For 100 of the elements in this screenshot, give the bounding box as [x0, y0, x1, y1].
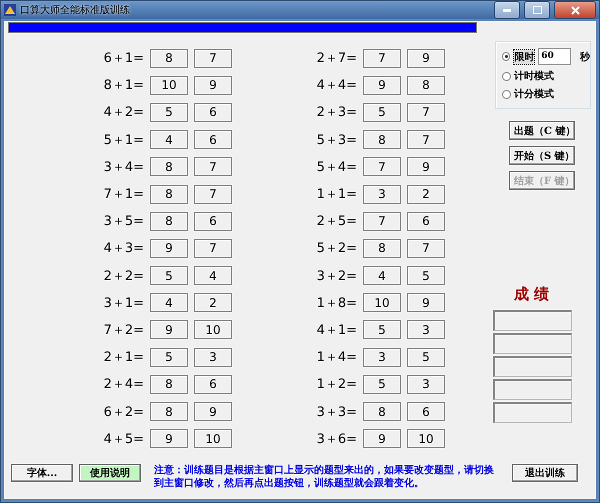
answer-option[interactable]: 5 — [363, 320, 401, 340]
answer-option[interactable]: 3 — [363, 184, 401, 204]
footer-button[interactable]: 字体... — [11, 464, 73, 482]
answer-option[interactable]: 9 — [363, 429, 401, 448]
answer-option[interactable]: 5 — [150, 348, 188, 367]
answer-option[interactable]: 5 — [407, 348, 445, 367]
answer-option[interactable]: 7 — [407, 130, 445, 150]
radio-button[interactable] — [502, 72, 511, 80]
answer-option[interactable]: 6 — [194, 130, 232, 150]
answer-option[interactable]: 6 — [194, 212, 232, 231]
equation: 3＋4= — [102, 158, 144, 176]
close-icon — [570, 6, 580, 14]
answer-option[interactable]: 7 — [194, 48, 232, 68]
answer-option[interactable]: 5 — [150, 266, 188, 286]
answer-option[interactable]: 3 — [194, 348, 232, 367]
equation: 6＋2= — [102, 404, 144, 421]
answer-option[interactable]: 7 — [363, 212, 401, 231]
answer-option[interactable]: 3 — [407, 374, 445, 394]
answer-option[interactable]: 8 — [150, 157, 188, 176]
equation: 4＋3= — [102, 240, 144, 258]
action-button[interactable]: 出题（C 键） — [509, 121, 575, 140]
equation: 5＋2= — [316, 240, 357, 258]
answer-option[interactable]: 8 — [150, 402, 188, 422]
answer-option[interactable]: 8 — [150, 184, 188, 204]
answer-option[interactable]: 7 — [194, 184, 232, 204]
answer-option[interactable]: 8 — [150, 374, 188, 394]
answer-option[interactable]: 2 — [407, 184, 445, 204]
answer-option[interactable]: 9 — [150, 320, 188, 340]
equation: 2＋4= — [102, 376, 144, 394]
answer-option[interactable]: 6 — [194, 102, 232, 122]
footer-button[interactable]: 使用说明 — [79, 464, 141, 482]
equation: 4＋4= — [316, 77, 357, 94]
minimize-icon — [503, 8, 511, 12]
answer-option[interactable]: 6 — [407, 212, 445, 231]
answer-option[interactable]: 8 — [407, 76, 445, 95]
equation: 2＋7= — [316, 50, 357, 68]
answer-option[interactable]: 5 — [363, 102, 401, 122]
answer-option[interactable]: 9 — [407, 48, 445, 68]
answer-option[interactable]: 10 — [150, 76, 188, 95]
answer-option[interactable]: 10 — [407, 429, 445, 448]
answer-option[interactable]: 8 — [363, 402, 401, 422]
answer-option[interactable]: 9 — [150, 238, 188, 258]
answer-option[interactable]: 6 — [194, 374, 232, 394]
answer-option[interactable]: 4 — [363, 266, 401, 286]
answer-option[interactable]: 9 — [150, 429, 188, 448]
answer-option[interactable]: 8 — [150, 212, 188, 231]
equation: 4＋1= — [316, 322, 357, 339]
answer-option[interactable]: 8 — [363, 130, 401, 150]
time-limit-field[interactable]: 60 — [538, 48, 571, 65]
answer-option[interactable]: 5 — [407, 266, 445, 286]
answer-option[interactable]: 7 — [407, 238, 445, 258]
maximize-icon — [532, 6, 542, 14]
answer-option[interactable]: 10 — [363, 293, 401, 312]
answer-option[interactable]: 2 — [194, 293, 232, 312]
answer-option[interactable]: 7 — [363, 157, 401, 176]
radio-label[interactable]: 计分模式 — [514, 87, 554, 101]
answer-option[interactable]: 8 — [150, 48, 188, 68]
equation: 3＋2= — [316, 268, 357, 285]
score-heading: 成 绩 — [514, 285, 550, 304]
answer-option[interactable]: 7 — [194, 238, 232, 258]
equation: 1＋4= — [316, 349, 357, 366]
close-button[interactable] — [554, 1, 596, 19]
note-text: 注意：训练题目是根据主窗口上显示的题型来出的，如果要改变题型，请切换到主窗口修改，然后再点出题按钮，训练题型就会跟着变化。 — [154, 464, 495, 490]
answer-option[interactable]: 4 — [194, 266, 232, 286]
equation: 4＋5= — [102, 430, 144, 448]
equation: 1＋1= — [316, 186, 357, 204]
answer-option[interactable]: 9 — [194, 402, 232, 422]
equation: 3＋5= — [102, 213, 144, 230]
answer-option[interactable]: 9 — [194, 76, 232, 95]
answer-option[interactable]: 6 — [407, 402, 445, 422]
radio-label[interactable]: 限时 — [513, 48, 536, 64]
answer-option[interactable]: 7 — [407, 102, 445, 122]
answer-option[interactable]: 10 — [194, 429, 232, 448]
equation: 2＋1= — [102, 349, 144, 366]
answer-option[interactable]: 9 — [363, 76, 401, 95]
equation: 6＋1= — [102, 50, 144, 68]
answer-option[interactable]: 4 — [150, 130, 188, 150]
answer-option[interactable]: 4 — [150, 293, 188, 312]
exit-button[interactable]: 退出训练 — [512, 464, 578, 482]
equation: 5＋4= — [316, 158, 357, 176]
window-title: 口算大师全能标准版训练 — [20, 4, 130, 17]
radio-button[interactable] — [502, 90, 511, 98]
answer-option[interactable]: 9 — [407, 157, 445, 176]
equation: 3＋6= — [316, 430, 357, 448]
answer-option[interactable]: 10 — [194, 320, 232, 340]
answer-option[interactable]: 5 — [150, 102, 188, 122]
answer-option[interactable]: 3 — [407, 320, 445, 340]
answer-option[interactable]: 7 — [194, 157, 232, 176]
radio-button[interactable] — [502, 52, 510, 61]
answer-option[interactable]: 3 — [363, 348, 401, 367]
maximize-button[interactable] — [524, 1, 550, 19]
answer-option[interactable]: 8 — [363, 238, 401, 258]
minimize-button[interactable] — [494, 1, 520, 19]
radio-label[interactable]: 计时模式 — [514, 69, 554, 83]
answer-option[interactable]: 5 — [363, 374, 401, 394]
app-icon — [4, 4, 16, 16]
equation: 2＋3= — [316, 104, 357, 122]
action-button[interactable]: 开始（S 键） — [509, 146, 575, 165]
answer-option[interactable]: 7 — [363, 48, 401, 68]
answer-option[interactable]: 9 — [407, 293, 445, 312]
